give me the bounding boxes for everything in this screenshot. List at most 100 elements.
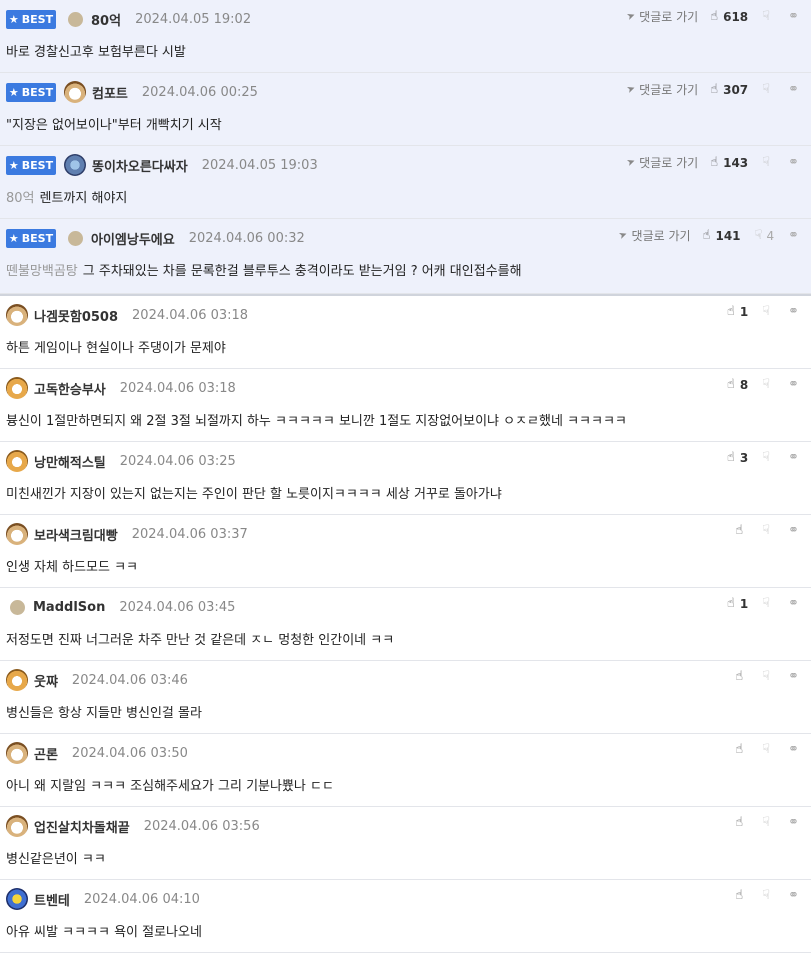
avatar[interactable] bbox=[6, 377, 28, 399]
upvote-button[interactable]: ☝ 3 bbox=[727, 450, 748, 465]
upvote-button[interactable]: ☝ 1 bbox=[727, 596, 748, 611]
downvote-button[interactable]: ☟ bbox=[762, 304, 774, 319]
quoted-nick[interactable]: 뗀불망백곰탕 bbox=[6, 264, 78, 279]
avatar[interactable] bbox=[68, 230, 83, 246]
comment-actions: ➤ 댓글로 가기 ☝ 141 ☟ 4 ⚭ bbox=[618, 227, 799, 244]
nickname[interactable]: 나겜못함0508 bbox=[34, 306, 118, 325]
thumbs-down-icon: ☟ bbox=[762, 523, 771, 538]
link-icon[interactable]: ⚭ bbox=[788, 82, 799, 97]
avatar[interactable] bbox=[6, 450, 28, 472]
nickname[interactable]: 똥이차오른다싸자 bbox=[92, 156, 188, 175]
avatar[interactable] bbox=[64, 81, 86, 103]
downvote-button[interactable]: ☟ bbox=[762, 596, 774, 611]
comment-actions: ☝ ☟ ⚭ bbox=[735, 523, 799, 538]
avatar[interactable] bbox=[10, 599, 25, 615]
comment-text: 미친새낀가 지장이 있는지 없는지는 주인이 판단 할 노릇이지ㅋㅋㅋㅋ 세상 … bbox=[6, 483, 502, 502]
upvote-button[interactable]: ☝ bbox=[735, 815, 748, 830]
downvote-button[interactable]: ☟ bbox=[762, 815, 774, 830]
comment-body: 저정도면 진짜 너그러운 차주 만난 것 같은데 ㅈㄴ 멍청한 인간이네 ㅋㅋ bbox=[6, 633, 395, 648]
avatar[interactable] bbox=[6, 888, 28, 910]
nickname[interactable]: 낭만해적스틸 bbox=[34, 452, 106, 471]
avatar[interactable] bbox=[6, 523, 28, 545]
upvote-button[interactable]: ☝ 307 bbox=[710, 82, 748, 97]
nickname[interactable]: 컴포트 bbox=[92, 83, 128, 102]
link-icon[interactable]: ⚭ bbox=[788, 596, 799, 611]
comment-row: 곤론 2024.04.06 03:50 아니 왜 지랄임 ㅋㅋㅋ 조심해주세요가 그… bbox=[0, 734, 811, 807]
comment-actions: ☝ ☟ ⚭ bbox=[735, 888, 799, 903]
upvote-button[interactable]: ☝ 1 bbox=[727, 304, 748, 319]
go-to-reply-label: 댓글로 가기 bbox=[639, 156, 699, 170]
upvote-count: 8 bbox=[739, 377, 749, 392]
comment-text: 병신들은 항상 지들만 병신인걸 몰라 bbox=[6, 702, 202, 721]
comment-body: 하튼 게임이나 현실이나 주댕이가 문제야 bbox=[6, 341, 226, 356]
downvote-button[interactable]: ☟ 4 bbox=[755, 228, 775, 243]
upvote-button[interactable]: ☝ 8 bbox=[727, 377, 748, 392]
best-comment-row: ★ BEST 80억 2024.04.05 19:02 바로 경찰신고후 보험부른다 시… bbox=[0, 0, 811, 73]
nickname[interactable]: 업진살치차돌채끝 bbox=[34, 817, 130, 836]
link-icon[interactable]: ⚭ bbox=[788, 815, 799, 830]
go-to-reply-link[interactable]: ➤ 댓글로 가기 bbox=[625, 8, 698, 25]
comment-actions: ☝ 1 ☟ ⚭ bbox=[727, 596, 799, 611]
downvote-button[interactable]: ☟ bbox=[762, 82, 774, 97]
link-icon[interactable]: ⚭ bbox=[788, 742, 799, 757]
best-comment-row: ★ BEST 아이엠낭두에요 2024.04.06 00:32 뗀불망백곰탕 그 주차돼있… bbox=[0, 219, 811, 294]
comment-text: 80억 렌트까지 해야지 bbox=[6, 187, 127, 206]
thumbs-up-icon: ☝ bbox=[735, 815, 744, 830]
link-icon[interactable]: ⚭ bbox=[788, 228, 799, 243]
go-to-reply-link[interactable]: ➤ 댓글로 가기 bbox=[625, 154, 699, 171]
downvote-button[interactable]: ☟ bbox=[762, 888, 774, 903]
link-icon[interactable]: ⚭ bbox=[788, 523, 799, 538]
link-icon[interactable]: ⚭ bbox=[788, 304, 799, 319]
nickname[interactable]: 80억 bbox=[91, 10, 121, 29]
avatar[interactable] bbox=[6, 815, 28, 837]
go-to-reply-link[interactable]: ➤ 댓글로 가기 bbox=[618, 227, 691, 244]
comment-date: 2024.04.06 04:10 bbox=[83, 891, 200, 907]
thumbs-up-icon: ☝ bbox=[735, 888, 744, 903]
upvote-button[interactable]: ☝ 143 bbox=[710, 155, 748, 170]
link-icon[interactable]: ⚭ bbox=[788, 377, 799, 392]
comment-actions: ☝ ☟ ⚭ bbox=[735, 742, 799, 757]
upvote-button[interactable]: ☝ 141 bbox=[703, 228, 741, 243]
upvote-button[interactable]: ☝ bbox=[735, 888, 748, 903]
downvote-button[interactable]: ☟ bbox=[762, 523, 774, 538]
upvote-count: 143 bbox=[723, 155, 749, 170]
nickname[interactable]: 트벤테 bbox=[34, 890, 70, 909]
send-icon: ➤ bbox=[625, 82, 637, 97]
comment-text: "지장은 없어보이나"부터 개빡치기 시작 bbox=[6, 114, 222, 133]
upvote-button[interactable]: ☝ bbox=[735, 742, 748, 757]
upvote-button[interactable]: ☝ 618 bbox=[710, 9, 748, 24]
comment-date: 2024.04.06 03:45 bbox=[119, 599, 236, 615]
link-icon[interactable]: ⚭ bbox=[788, 888, 799, 903]
upvote-button[interactable]: ☝ bbox=[735, 523, 748, 538]
nickname[interactable]: 아이엠낭두에요 bbox=[91, 229, 175, 248]
link-icon[interactable]: ⚭ bbox=[788, 669, 799, 684]
downvote-count: 4 bbox=[766, 228, 775, 243]
nickname[interactable]: MaddlSon bbox=[33, 600, 105, 615]
avatar[interactable] bbox=[6, 304, 28, 326]
quoted-nick[interactable]: 80억 bbox=[6, 191, 35, 206]
avatar[interactable] bbox=[64, 154, 86, 176]
downvote-button[interactable]: ☟ bbox=[762, 9, 774, 24]
nickname[interactable]: 곤론 bbox=[34, 744, 58, 763]
thumbs-down-icon: ☟ bbox=[762, 377, 771, 392]
downvote-button[interactable]: ☟ bbox=[762, 155, 774, 170]
avatar[interactable] bbox=[68, 11, 83, 27]
comment-actions: ☝ ☟ ⚭ bbox=[735, 669, 799, 684]
downvote-button[interactable]: ☟ bbox=[762, 450, 774, 465]
link-icon[interactable]: ⚭ bbox=[788, 155, 799, 170]
avatar[interactable] bbox=[6, 669, 28, 691]
comment-text: 바로 경찰신고후 보험부른다 시발 bbox=[6, 41, 186, 60]
nickname[interactable]: 보라색크림대빵 bbox=[34, 525, 118, 544]
go-to-reply-link[interactable]: ➤ 댓글로 가기 bbox=[625, 81, 698, 98]
comment-text: 인생 자체 하드모드 ㅋㅋ bbox=[6, 556, 138, 575]
nickname[interactable]: 고독한승부사 bbox=[34, 379, 106, 398]
downvote-button[interactable]: ☟ bbox=[762, 742, 774, 757]
nickname[interactable]: 웃쨔 bbox=[34, 671, 58, 690]
link-icon[interactable]: ⚭ bbox=[788, 9, 799, 24]
upvote-button[interactable]: ☝ bbox=[735, 669, 748, 684]
avatar[interactable] bbox=[6, 742, 28, 764]
downvote-button[interactable]: ☟ bbox=[762, 669, 774, 684]
comment-actions: ➤ 댓글로 가기 ☝ 618 ☟ ⚭ bbox=[625, 8, 799, 25]
link-icon[interactable]: ⚭ bbox=[788, 450, 799, 465]
downvote-button[interactable]: ☟ bbox=[762, 377, 774, 392]
